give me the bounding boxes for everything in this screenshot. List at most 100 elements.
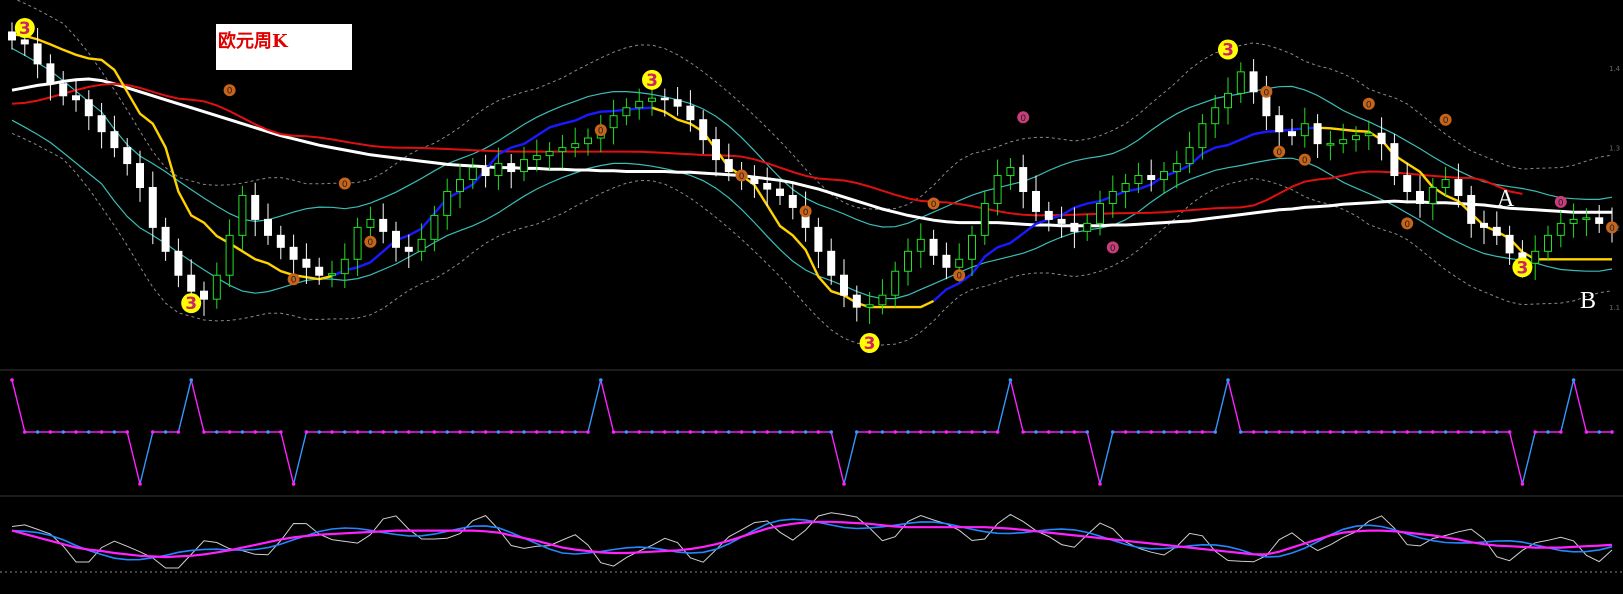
oscillator-point <box>1149 430 1153 434</box>
oscillator-point <box>1507 430 1512 434</box>
oscillator-point <box>586 430 590 434</box>
oscillator-point <box>23 430 27 434</box>
oscillator-point <box>1213 430 1217 434</box>
oscillator-point <box>1277 430 1281 434</box>
svg-text:3: 3 <box>19 19 31 39</box>
oscillator-point <box>125 430 129 434</box>
oscillator-point <box>752 430 757 434</box>
svg-text:3: 3 <box>1222 41 1234 61</box>
oscillator-point <box>471 430 475 434</box>
oscillator-point <box>368 430 373 434</box>
oscillator-point <box>202 430 206 434</box>
oscillator-point <box>1559 430 1563 434</box>
oscillator-point <box>253 430 257 434</box>
oscillator-point <box>87 430 91 434</box>
oscillator-point <box>893 430 897 434</box>
oscillator-point <box>240 430 245 434</box>
svg-text:3: 3 <box>646 71 658 91</box>
svg-text:0: 0 <box>368 238 374 248</box>
oscillator-point <box>624 430 629 434</box>
oscillator-point <box>1187 430 1192 434</box>
oscillator-point <box>765 430 769 434</box>
svg-text:0: 0 <box>1264 88 1270 98</box>
oscillator-point <box>995 430 1000 434</box>
svg-text:3: 3 <box>864 334 876 354</box>
svg-text:0: 0 <box>227 87 233 97</box>
oscillator-point <box>266 430 270 434</box>
svg-text:0: 0 <box>1110 244 1116 254</box>
annotation-a: A <box>1497 186 1515 212</box>
oscillator-point <box>1072 430 1077 434</box>
oscillator-point <box>1303 430 1307 434</box>
oscillator-point <box>1008 378 1013 382</box>
chart: 3333330000000000000000000 1.4 1.3 1.2 1.1 欧… <box>0 0 1623 590</box>
oscillator-point <box>1098 482 1102 486</box>
oscillator-point <box>112 430 117 434</box>
oscillator-point <box>1546 430 1550 434</box>
oscillator-point <box>803 430 808 434</box>
svg-text:0: 0 <box>931 200 937 210</box>
oscillator-point <box>944 430 949 434</box>
oscillator-point <box>48 430 53 434</box>
oscillator-point <box>1162 430 1166 434</box>
oscillator-point <box>1341 430 1345 434</box>
title-box: 欧元周K <box>216 24 352 70</box>
oscillator-point <box>407 430 411 434</box>
oscillator-point <box>74 430 78 434</box>
oscillator-point <box>189 378 193 382</box>
oscillator-point <box>1597 430 1601 434</box>
oscillator-point <box>1085 430 1089 434</box>
oscillator-point <box>304 430 309 434</box>
oscillator-point <box>394 430 398 434</box>
y-tick-label: 1.1 <box>1609 304 1620 312</box>
oscillator-point <box>535 430 539 434</box>
oscillator-point <box>727 430 731 434</box>
oscillator-point <box>10 378 14 382</box>
oscillator-point <box>880 430 885 434</box>
oscillator-point <box>816 430 821 434</box>
svg-text:0: 0 <box>598 127 604 137</box>
oscillator-point <box>1226 378 1230 382</box>
y-tick-label: 1.2 <box>1609 224 1620 232</box>
svg-text:0: 0 <box>1276 148 1282 158</box>
oscillator-point <box>1264 430 1269 434</box>
oscillator-point <box>1443 430 1448 434</box>
oscillator-point <box>1021 430 1025 434</box>
oscillator-point <box>867 430 872 434</box>
oscillator-point <box>957 430 961 434</box>
oscillator-point <box>1251 430 1256 434</box>
oscillator-point <box>509 430 513 434</box>
oscillator-point <box>61 430 65 434</box>
svg-text:0: 0 <box>956 272 962 282</box>
svg-text:0: 0 <box>1404 220 1410 230</box>
oscillator-point <box>1059 430 1064 434</box>
oscillator-point <box>970 430 974 434</box>
oscillator-point <box>663 430 667 434</box>
annotation-b: B <box>1580 288 1597 314</box>
oscillator-point <box>1418 430 1422 434</box>
oscillator-point <box>419 430 424 434</box>
oscillator-point <box>1379 430 1384 434</box>
oscillator-point <box>1392 430 1397 434</box>
oscillator-point <box>599 378 603 382</box>
oscillator-point <box>919 430 923 434</box>
oscillator-point <box>1456 430 1461 434</box>
oscillator-point <box>791 430 795 434</box>
oscillator-point <box>547 430 552 434</box>
oscillator-point <box>1482 430 1486 434</box>
oscillator-point <box>1495 430 1499 434</box>
oscillator-point <box>1239 430 1243 434</box>
svg-text:0: 0 <box>291 276 297 286</box>
oscillator-point <box>317 430 322 434</box>
oscillator-point <box>1047 430 1051 434</box>
oscillator-point <box>432 430 437 434</box>
oscillator-point <box>611 430 616 434</box>
svg-text:3: 3 <box>1516 258 1528 278</box>
oscillator-point <box>227 430 232 434</box>
oscillator-point <box>1469 430 1473 434</box>
oscillator-point <box>1315 430 1320 434</box>
oscillator-point <box>1533 430 1537 434</box>
oscillator-point <box>637 430 641 434</box>
oscillator-point <box>99 430 104 434</box>
oscillator-point <box>983 430 987 434</box>
